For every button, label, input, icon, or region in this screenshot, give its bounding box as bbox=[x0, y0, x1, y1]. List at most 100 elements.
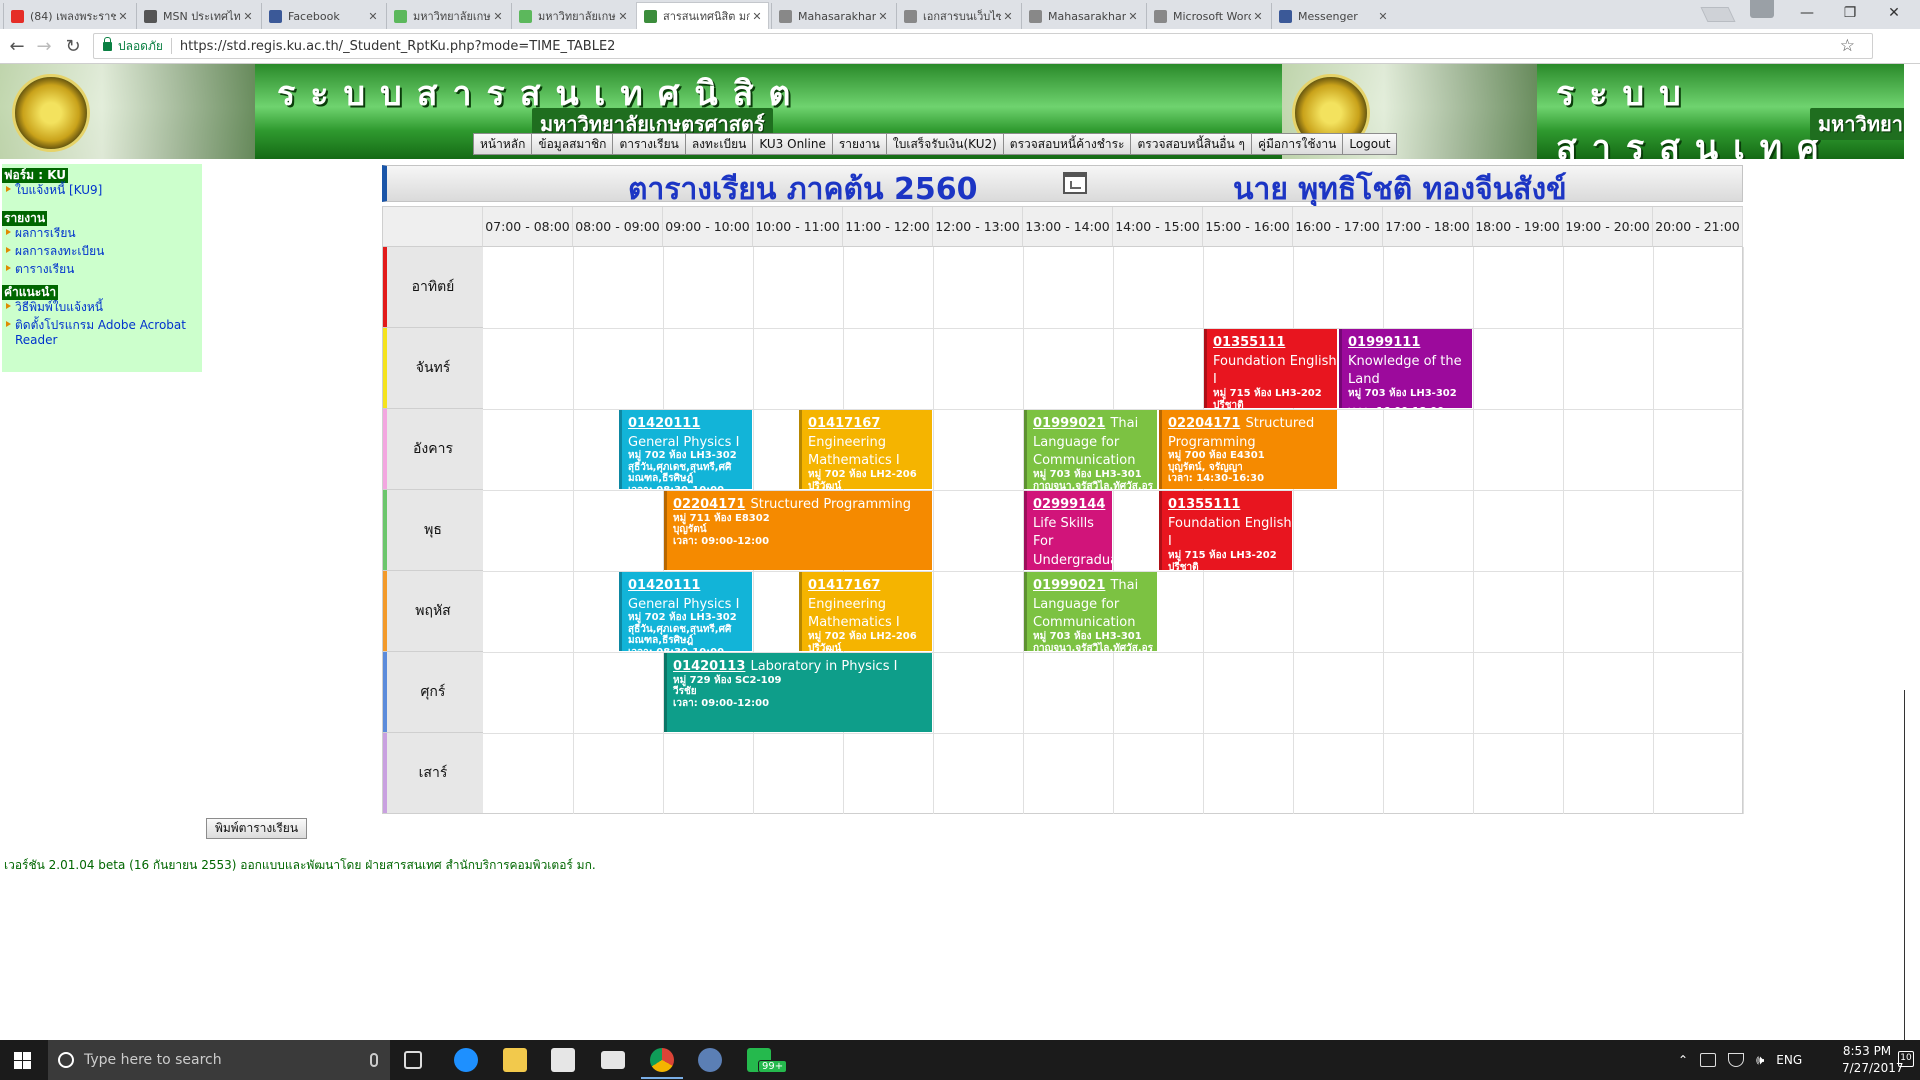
page-scrollbar[interactable] bbox=[1904, 64, 1920, 1080]
close-window-icon[interactable]: ✕ bbox=[1880, 2, 1908, 24]
topnav-item[interactable]: ตารางเรียน bbox=[613, 134, 686, 154]
course-code[interactable]: 01420111 bbox=[628, 578, 700, 593]
minimize-icon[interactable]: — bbox=[1793, 2, 1821, 24]
reload-icon[interactable]: ↻ bbox=[60, 34, 86, 60]
course-code[interactable]: 02999144 bbox=[1033, 497, 1105, 512]
topnav-item[interactable]: หน้าหลัก bbox=[474, 134, 533, 154]
course-code[interactable]: 01417167 bbox=[808, 416, 880, 431]
course-block[interactable]: 01420113 Laboratory in Physics I หมู่ 729… bbox=[664, 653, 932, 732]
sidebar-link[interactable]: ใบแจ้งหนี้ [KU9] bbox=[2, 183, 202, 198]
calendar-print-icon[interactable] bbox=[1063, 172, 1087, 194]
browser-tab[interactable]: Messenger ✕ bbox=[1271, 3, 1394, 29]
tab-close-icon[interactable]: ✕ bbox=[366, 10, 380, 23]
topnav-item[interactable]: คู่มือการใช้งาน bbox=[1251, 134, 1344, 154]
course-block[interactable]: 02204171 Structured Programming หมู่ 700 … bbox=[1159, 410, 1337, 489]
tab-close-icon[interactable]: ✕ bbox=[1376, 10, 1390, 23]
tab-close-icon[interactable]: ✕ bbox=[491, 10, 505, 23]
course-block[interactable]: 01355111 Foundation English I หมู่ 715 ห้… bbox=[1204, 329, 1337, 408]
sidebar-link[interactable]: ผลการลงทะเบียน bbox=[2, 244, 202, 259]
store-icon[interactable] bbox=[551, 1048, 575, 1072]
sidebar-link[interactable]: ผลการเรียน bbox=[2, 226, 202, 241]
course-code[interactable]: 01355111 bbox=[1168, 497, 1240, 512]
task-view-icon[interactable] bbox=[404, 1051, 422, 1069]
lock-icon bbox=[103, 36, 112, 51]
course-block[interactable]: 02204171 Structured Programming หมู่ 711 … bbox=[664, 491, 932, 570]
course-code[interactable]: 02204171 bbox=[1168, 416, 1240, 431]
steam-icon[interactable] bbox=[698, 1048, 722, 1072]
browser-tab[interactable]: มหาวิทยาลัยเกษตรศ✕ bbox=[386, 3, 509, 29]
topnav-item[interactable]: ตรวจสอบหนี้สินอื่น ๆ bbox=[1131, 134, 1252, 154]
browser-tab[interactable]: สารสนเทศนิสิต มก. ✕ bbox=[636, 2, 769, 29]
tab-close-icon[interactable]: ✕ bbox=[616, 10, 630, 23]
edge-browser-icon[interactable] bbox=[454, 1048, 478, 1072]
course-code[interactable]: 01999021 bbox=[1033, 416, 1105, 431]
topnav-item[interactable]: ข้อมูลสมาชิก bbox=[532, 134, 614, 154]
course-code[interactable]: 01355111 bbox=[1213, 335, 1285, 350]
tab-close-icon[interactable]: ✕ bbox=[1126, 10, 1140, 23]
course-block[interactable]: 01417167 Engineering Mathematics I หมู่ 7… bbox=[799, 572, 932, 651]
topnav-item[interactable]: รายงาน bbox=[832, 134, 887, 154]
back-icon[interactable]: ← bbox=[4, 34, 30, 60]
topnav-item[interactable]: ลงทะเบียน bbox=[685, 134, 754, 154]
tab-close-icon[interactable]: ✕ bbox=[876, 10, 890, 23]
course-block[interactable]: 01420111 General Physics I หมู่ 702 ห้อง … bbox=[619, 572, 752, 651]
sidebar-link[interactable]: ตารางเรียน bbox=[2, 262, 202, 277]
language-indicator[interactable]: ENG bbox=[1776, 1053, 1802, 1067]
course-block[interactable]: 01355111 Foundation English I หมู่ 715 ห้… bbox=[1159, 491, 1292, 570]
course-code[interactable]: 01999021 bbox=[1033, 578, 1105, 593]
forward-icon[interactable]: → bbox=[31, 34, 57, 60]
browser-tab[interactable]: เอกสารบนเว็บไซต์✕ bbox=[896, 3, 1019, 29]
course-code[interactable]: 01420113 bbox=[673, 659, 745, 674]
course-code[interactable]: 01420111 bbox=[628, 416, 700, 431]
tab-close-icon[interactable]: ✕ bbox=[1251, 10, 1265, 23]
course-block[interactable]: 01999021 Thai Language for Communication… bbox=[1024, 572, 1157, 651]
microphone-icon[interactable] bbox=[370, 1053, 378, 1067]
print-timetable-button[interactable]: พิมพ์ตารางเรียน bbox=[206, 818, 307, 839]
volume-icon[interactable]: 🕪 bbox=[1756, 1053, 1764, 1068]
restore-icon[interactable]: ❐ bbox=[1836, 2, 1864, 24]
tab-close-icon[interactable]: ✕ bbox=[750, 10, 764, 23]
tab-close-icon[interactable]: ✕ bbox=[241, 10, 255, 23]
taskbar-search-box[interactable]: Type here to search bbox=[48, 1040, 390, 1080]
bookmark-star-icon[interactable]: ☆ bbox=[1840, 36, 1855, 56]
sidebar-link[interactable]: ติดตั้งโปรแกรม Adobe Acrobat Reader bbox=[2, 318, 202, 348]
course-block[interactable]: 01999021 Thai Language for Communication… bbox=[1024, 410, 1157, 489]
course-code[interactable]: 01417167 bbox=[808, 578, 880, 593]
course-block[interactable]: 01417167 Engineering Mathematics I หมู่ 7… bbox=[799, 410, 932, 489]
browser-tab[interactable]: มหาวิทยาลัยเกษตรศ✕ bbox=[511, 3, 634, 29]
tray-overflow-icon[interactable]: ⌃ bbox=[1678, 1053, 1688, 1067]
tab-title: สารสนเทศนิสิต มก. bbox=[663, 10, 750, 23]
topnav-item[interactable]: ใบเสร็จรับเงิน(KU2) bbox=[886, 134, 1004, 154]
time-slot-header: 07:00 - 08:00 bbox=[483, 207, 573, 247]
clock-date: 7/27/2017 bbox=[1842, 1061, 1904, 1075]
topnav-item[interactable]: KU3 Online bbox=[753, 134, 833, 154]
tab-close-icon[interactable]: ✕ bbox=[1001, 10, 1015, 23]
browser-tab[interactable]: Mahasarakham U✕ bbox=[771, 3, 894, 29]
course-code[interactable]: 01999111 bbox=[1348, 335, 1420, 350]
chrome-icon[interactable] bbox=[650, 1048, 674, 1072]
course-code[interactable]: 02204171 bbox=[673, 497, 745, 512]
browser-tab[interactable]: (84) เพลงพระราชนิ ✕ bbox=[3, 3, 134, 29]
url-text[interactable]: https://std.regis.ku.ac.th/_Student_RptK… bbox=[180, 39, 616, 54]
course-block[interactable]: 01999111 Knowledge of the Land หมู่ 703 ห… bbox=[1339, 329, 1472, 408]
course-block[interactable]: 01420111 General Physics I หมู่ 702 ห้อง … bbox=[619, 410, 752, 489]
taskbar-clock[interactable]: 8:53 PM 7/27/2017 bbox=[1842, 1043, 1904, 1077]
browser-tab[interactable]: MSN ประเทศไทย, C✕ bbox=[136, 3, 259, 29]
action-center-icon[interactable]: 10 bbox=[1898, 1051, 1914, 1067]
network-icon[interactable] bbox=[1728, 1053, 1745, 1067]
browser-tab[interactable]: Microsoft Word -✕ bbox=[1146, 3, 1269, 29]
tab-close-icon[interactable]: ✕ bbox=[116, 10, 130, 23]
omnibox[interactable]: ปลอดภัย https://std.regis.ku.ac.th/_Stud… bbox=[93, 33, 1873, 59]
browser-tab[interactable]: Mahasarakham U✕ bbox=[1021, 3, 1144, 29]
file-explorer-icon[interactable] bbox=[503, 1048, 527, 1072]
browser-tab[interactable]: Facebook ✕ bbox=[261, 3, 384, 29]
sidebar-link[interactable]: วิธีพิมพ์ใบแจ้งหนี้ bbox=[2, 300, 202, 315]
mail-icon[interactable] bbox=[601, 1051, 625, 1069]
course-block[interactable]: 02999144 Life Skills For Undergraduate S… bbox=[1024, 491, 1112, 570]
topnav-item[interactable]: ตรวจสอบหนี้ค้างชำระ bbox=[1003, 134, 1132, 154]
profile-icon[interactable] bbox=[1750, 0, 1774, 18]
grid-corner bbox=[383, 207, 483, 247]
windows-start-icon[interactable] bbox=[14, 1052, 31, 1069]
topnav-item[interactable]: Logout bbox=[1343, 134, 1397, 154]
battery-icon[interactable] bbox=[1700, 1053, 1717, 1067]
